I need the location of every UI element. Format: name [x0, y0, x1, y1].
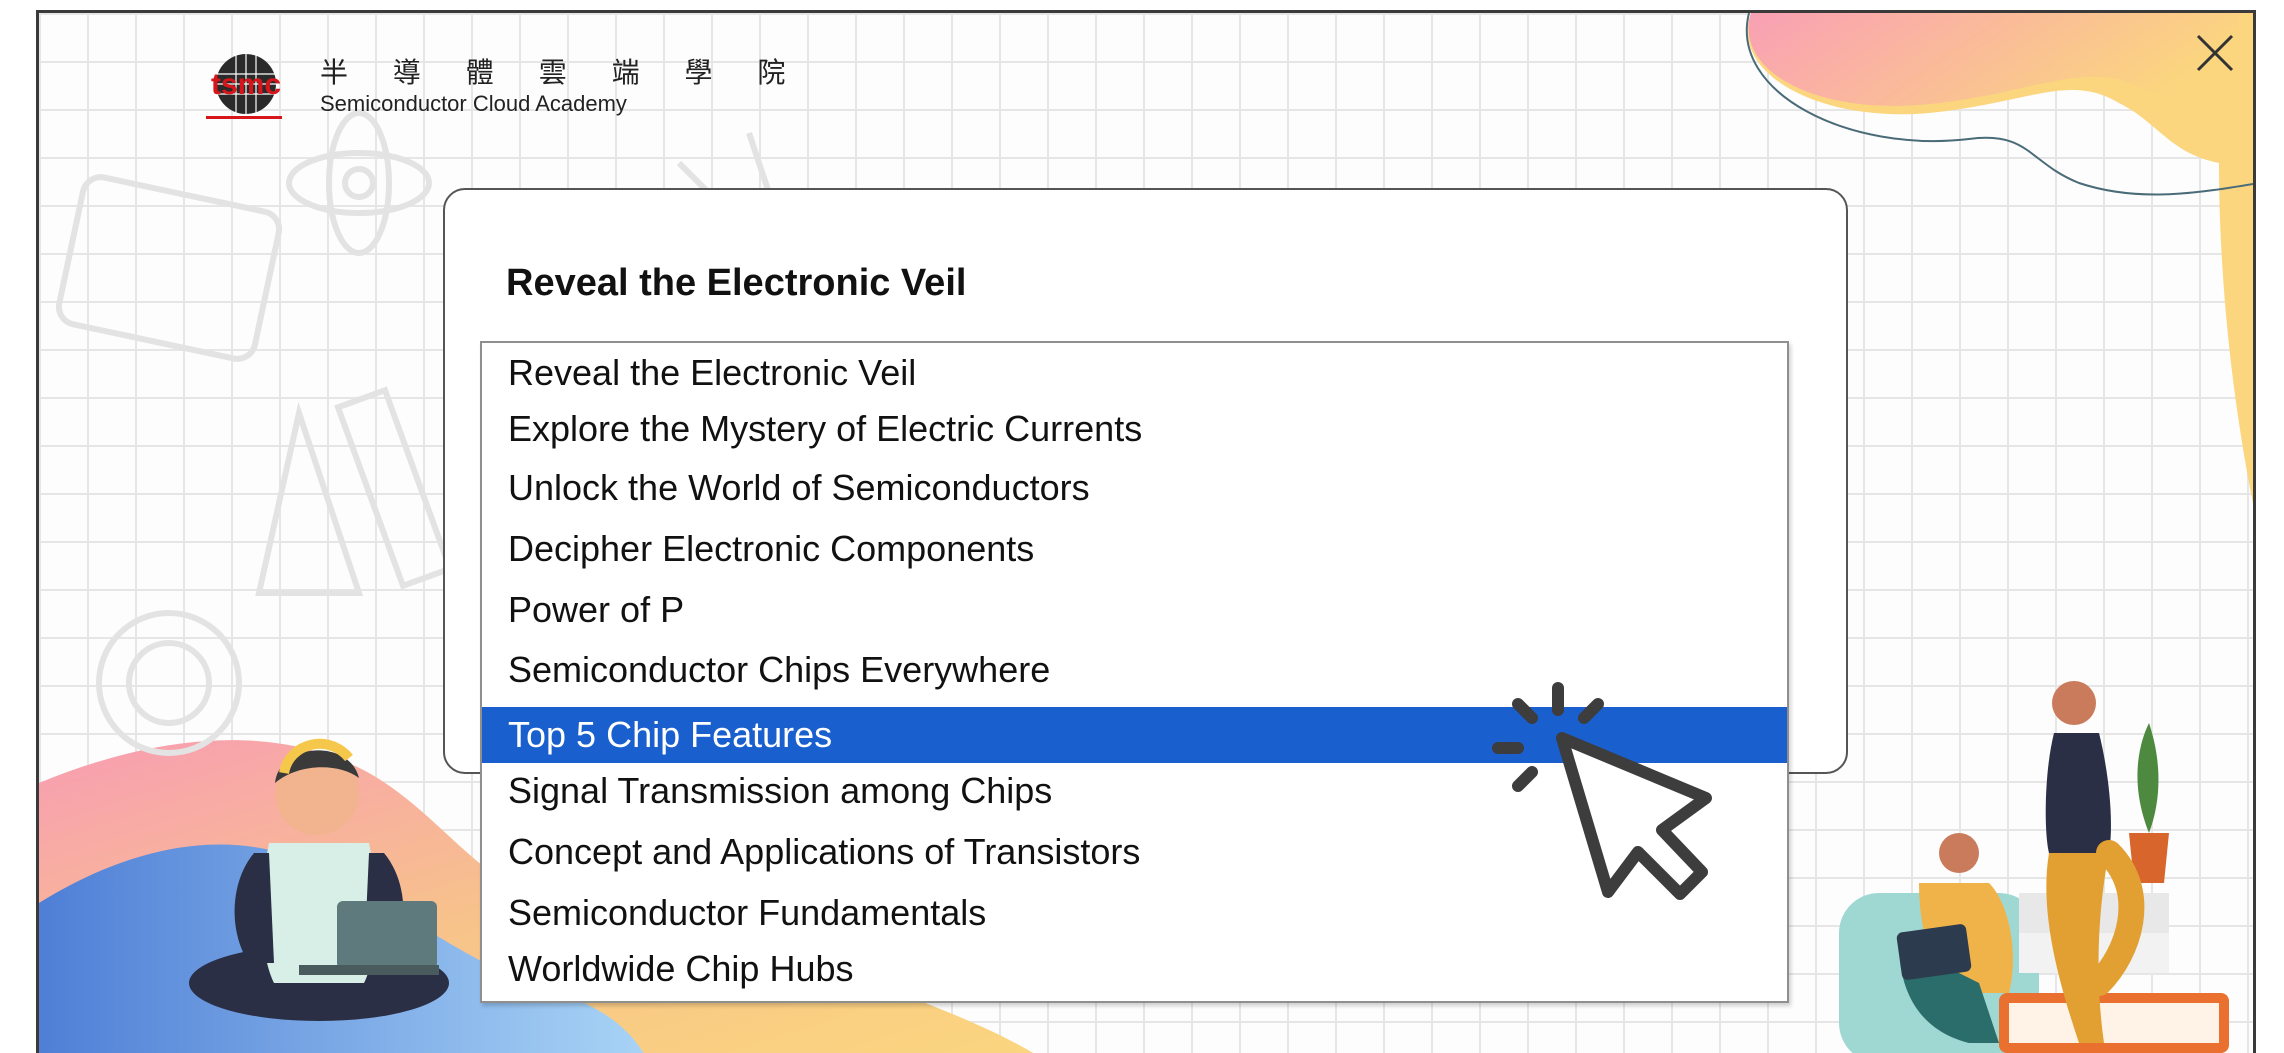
dropdown-option[interactable]: Reveal the Electronic Veil — [482, 345, 1787, 401]
students-reading-illustration — [1839, 681, 2229, 1053]
logo-mark-text: tsmc — [211, 68, 281, 101]
lesson-dropdown-listbox[interactable]: Reveal the Electronic Veil Explore the M… — [480, 341, 1789, 1003]
dropdown-option[interactable]: Unlock the World of Semiconductors — [482, 460, 1787, 516]
student-with-laptop-illustration — [189, 738, 449, 1021]
dropdown-option[interactable]: Worldwide Chip Hubs — [482, 941, 1787, 997]
dropdown-option[interactable]: Power of P — [482, 582, 1787, 638]
logo-title-en: Semiconductor Cloud Academy — [320, 91, 627, 116]
close-icon[interactable] — [2192, 30, 2238, 76]
click-cursor-icon — [1492, 682, 1712, 900]
lesson-select-current-value[interactable]: Reveal the Electronic Veil — [506, 262, 966, 305]
academy-logo: tsmc 半 導 體 雲 端 學 院 Semiconductor Cloud A… — [200, 52, 803, 122]
tsmc-logo-icon: tsmc — [206, 54, 282, 119]
logo-title-zh: 半 導 體 雲 端 學 院 — [320, 56, 804, 89]
dropdown-option[interactable]: Explore the Mystery of Electric Currents — [482, 401, 1787, 457]
dropdown-option[interactable]: Decipher Electronic Components — [482, 521, 1787, 577]
